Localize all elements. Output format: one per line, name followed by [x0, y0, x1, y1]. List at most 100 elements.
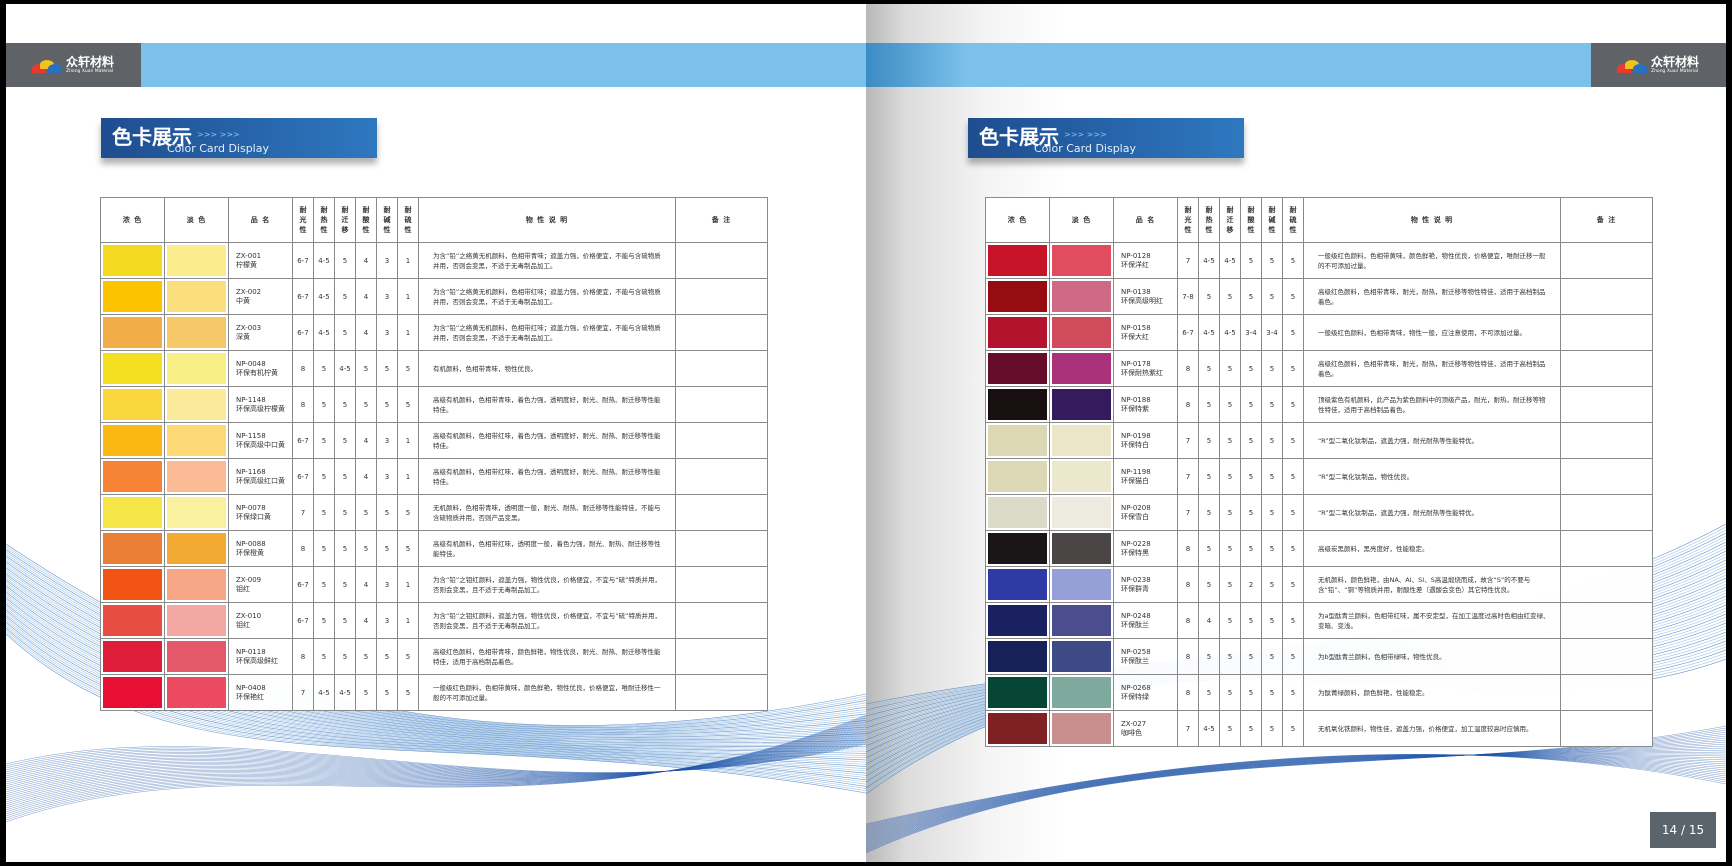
light-swatch: [164, 638, 229, 675]
rating-cell: 5: [313, 638, 335, 675]
rating-cell: 5: [1240, 674, 1262, 711]
light-swatch: [1049, 386, 1114, 423]
rating-cell: 5: [1219, 458, 1241, 495]
rating-cell: 5: [1198, 350, 1220, 387]
rating-cell: 5: [1261, 494, 1283, 531]
dark-swatch-color: [103, 461, 162, 492]
light-swatch-color: [1052, 353, 1111, 384]
light-swatch-color: [1052, 677, 1111, 708]
light-swatch: [164, 422, 229, 459]
rating-cell: 7: [292, 494, 314, 531]
light-swatch-color: [167, 389, 226, 420]
remarks-cell: [1560, 602, 1653, 639]
rating-cell: 5: [355, 638, 377, 675]
column-header: 浓 色: [985, 197, 1050, 243]
dark-swatch-color: [103, 605, 162, 636]
rating-cell: 8: [1177, 530, 1199, 567]
remarks-cell: [675, 242, 768, 279]
rating-cell: 4-5: [1198, 242, 1220, 279]
rating-cell: 5: [355, 350, 377, 387]
rating-cell: 4: [355, 422, 377, 459]
product-name: ZX-009 钼红: [228, 566, 293, 603]
rating-cell: 8: [1177, 674, 1199, 711]
rating-cell: 5: [1282, 710, 1304, 747]
color-row: NP-0178 环保耐热紫红 8 5 5 5 5 5 高级红色颜料，色相带青味，耐光，耐热，耐迁…: [985, 350, 1653, 387]
property-description: 为酞菁绿颜料，颜色鲜艳，性能稳定。: [1303, 674, 1561, 711]
rating-cell: 5: [334, 242, 356, 279]
column-header: 物 性 说 明: [1303, 197, 1561, 243]
column-header: 耐 热 性: [1198, 197, 1220, 243]
property-description: 无机颜料，颜色鲜艳，由NA、AI、SI、S高温煅烧而成，故含“S”的不要与含“铅…: [1303, 566, 1561, 603]
product-name: NP-0088 环保橙黄: [228, 530, 293, 567]
property-description: 一般级红色颜料，色相带青味，物性一般，应注意使用，不可添加过量。: [1303, 314, 1561, 351]
rating-cell: 5: [1198, 386, 1220, 423]
product-name: NP-0178 环保耐热紫红: [1113, 350, 1178, 387]
color-row: NP-0088 环保橙黄 8 5 5 5 5 5 高级有机颜料，色相带红味，透明度一般，着色力强…: [100, 530, 768, 567]
rating-cell: 5: [313, 422, 335, 459]
dark-swatch-color: [988, 425, 1047, 456]
property-description: 为含“铅”之钼红颜料，遮盖力强，物性优良，价格便宜，不宜与“硫”特质并用，否则会…: [418, 566, 676, 603]
dark-swatch-color: [103, 245, 162, 276]
rating-cell: 5: [1219, 638, 1241, 675]
rating-cell: 8: [1177, 638, 1199, 675]
rating-cell: 5: [1261, 566, 1283, 603]
remarks-cell: [675, 350, 768, 387]
rating-cell: 5: [1261, 638, 1283, 675]
product-code: NP-0268: [1121, 683, 1151, 692]
rating-cell: 5: [1261, 530, 1283, 567]
rating-cell: 4: [355, 566, 377, 603]
rating-cell: 5: [376, 494, 398, 531]
rating-cell: 6-7: [1177, 314, 1199, 351]
rating-cell: 1: [397, 458, 419, 495]
column-header: 备 注: [1560, 197, 1653, 243]
light-swatch-color: [167, 497, 226, 528]
property-description: “R”型二氧化钛制品，物性优良。: [1303, 458, 1561, 495]
rating-cell: 4-5: [1219, 242, 1241, 279]
dark-swatch-color: [988, 677, 1047, 708]
light-swatch: [1049, 314, 1114, 351]
right-page: 众轩材料 Zhong Xuan Material 色卡展示 >>> >>> Col…: [866, 4, 1726, 862]
logo-mark-icon: [1617, 57, 1647, 73]
rating-cell: 8: [292, 638, 314, 675]
product-cn-name: 环保高级明红: [1121, 296, 1163, 305]
rating-cell: 4: [355, 314, 377, 351]
product-code: NP-0088: [236, 539, 266, 548]
rating-cell: 4: [355, 602, 377, 639]
dark-swatch: [100, 314, 165, 351]
rating-cell: 4-5: [334, 350, 356, 387]
rating-cell: 5: [1219, 350, 1241, 387]
color-row: NP-0048 环保有机柠黄 8 5 4-5 5 5 5 有机颜料，色相带青味，物性优良。: [100, 350, 768, 387]
light-swatch-color: [1052, 245, 1111, 276]
dark-swatch-color: [988, 245, 1047, 276]
property-description: 为a型酞青兰颜料，色相带红味，属不安定型，在加工温度过高时色相由红变绿、变暗、变…: [1303, 602, 1561, 639]
rating-cell: 1: [397, 278, 419, 315]
rating-cell: 5: [1240, 458, 1262, 495]
light-swatch-color: [1052, 425, 1111, 456]
product-code: NP-0138: [1121, 287, 1151, 296]
product-cn-name: 环保大红: [1121, 332, 1149, 341]
section-title-en: Color Card Display: [167, 142, 269, 155]
product-cn-name: 环保艳红: [236, 692, 264, 701]
rating-cell: 1: [397, 566, 419, 603]
column-header: 备 注: [675, 197, 768, 243]
product-name: NP-0238 环保群青: [1113, 566, 1178, 603]
product-cn-name: 钼红: [236, 620, 250, 629]
rating-cell: 5: [313, 566, 335, 603]
dark-swatch-color: [103, 317, 162, 348]
dark-swatch-color: [988, 461, 1047, 492]
product-cn-name: 环保绿口黄: [236, 512, 271, 521]
product-cn-name: 环保橙黄: [236, 548, 264, 557]
rating-cell: 5: [1198, 458, 1220, 495]
rating-cell: 8: [1177, 566, 1199, 603]
rating-cell: 5: [1198, 278, 1220, 315]
dark-swatch-color: [103, 497, 162, 528]
rating-cell: 5: [376, 638, 398, 675]
color-row: NP-1168 环保高级红口黄 6-7 5 5 4 3 1 高级有机颜料，色相带红味，着色力强，…: [100, 458, 768, 495]
rating-cell: 5: [334, 638, 356, 675]
dark-swatch-color: [103, 533, 162, 564]
dark-swatch-color: [103, 389, 162, 420]
rating-cell: 5: [1240, 530, 1262, 567]
rating-cell: 5: [397, 674, 419, 711]
rating-cell: 5: [334, 602, 356, 639]
light-swatch: [164, 242, 229, 279]
